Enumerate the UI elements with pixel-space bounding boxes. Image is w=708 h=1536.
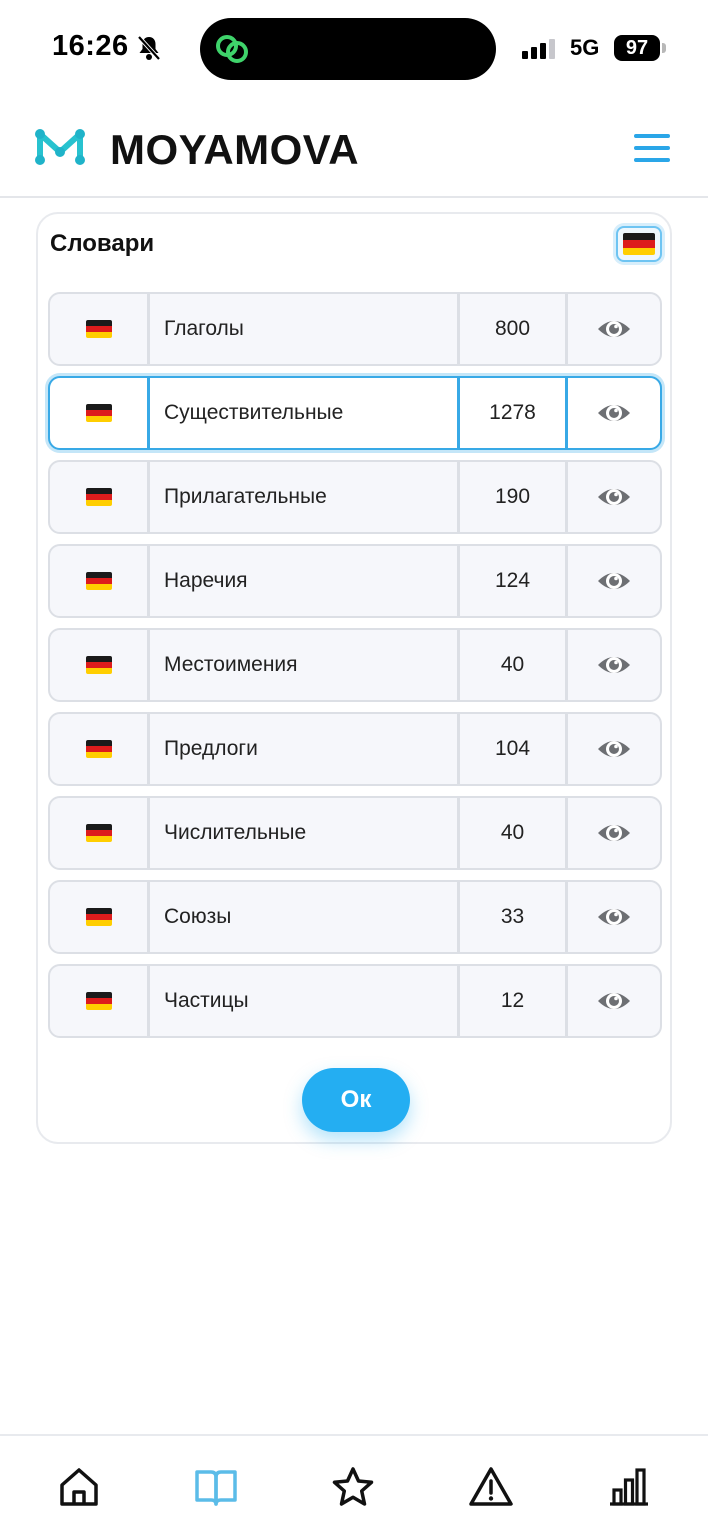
dictionaries-card: Словари Глаголы 800 Существительные 1278 При… [36,212,672,1144]
warning-icon[interactable] [468,1464,514,1510]
german-flag-icon [85,488,112,506]
german-flag-icon [85,740,112,758]
flag-cell [50,378,150,448]
book-icon[interactable] [193,1464,239,1510]
dictionary-row[interactable]: Местоимения 40 [48,628,662,702]
link-app-icon [216,35,248,63]
german-flag-icon [85,656,112,674]
dictionary-word-count: 1278 [460,378,568,448]
eye-icon [598,741,630,757]
ok-button[interactable]: Ок [302,1068,410,1132]
flag-cell [50,882,150,952]
dictionary-name: Числительные [150,798,460,868]
flag-cell [50,966,150,1036]
eye-icon [598,489,630,505]
dictionary-name: Наречия [150,546,460,616]
preview-button[interactable] [568,882,660,952]
status-bar: 16:26 5G 97 [0,0,708,96]
battery-tip [662,43,666,53]
dictionary-word-count: 40 [460,798,568,868]
flag-cell [50,798,150,868]
dictionary-row[interactable]: Частицы 12 [48,964,662,1038]
dictionary-name: Существительные [150,378,460,448]
app-header: MOYAMOVA [0,96,708,198]
preview-button[interactable] [568,630,660,700]
dictionary-row[interactable]: Предлоги 104 [48,712,662,786]
preview-button[interactable] [568,378,660,448]
language-selector-button[interactable] [616,226,662,262]
dictionary-name: Частицы [150,966,460,1036]
dictionary-row[interactable]: Числительные 40 [48,796,662,870]
eye-icon [598,405,630,421]
eye-icon [598,573,630,589]
dictionary-word-count: 800 [460,294,568,364]
dictionary-word-count: 40 [460,630,568,700]
german-flag-icon [85,572,112,590]
dictionary-row[interactable]: Глаголы 800 [48,292,662,366]
flag-cell [50,462,150,532]
logo-text: MOYAMOVA [110,126,360,173]
german-flag-icon [85,908,112,926]
dictionary-row[interactable]: Прилагательные 190 [48,460,662,534]
battery-level: 97 [614,35,660,61]
flag-cell [50,714,150,784]
dictionary-word-count: 124 [460,546,568,616]
preview-button[interactable] [568,546,660,616]
german-flag-icon [85,320,112,338]
dictionary-row[interactable]: Существительные 1278 [48,376,662,450]
dictionary-row[interactable]: Наречия 124 [48,544,662,618]
preview-button[interactable] [568,294,660,364]
dictionary-name: Глаголы [150,294,460,364]
german-flag-icon [85,404,112,422]
bottom-nav [0,1434,708,1536]
preview-button[interactable] [568,966,660,1036]
german-flag-icon [85,824,112,842]
dictionary-name: Предлоги [150,714,460,784]
preview-button[interactable] [568,798,660,868]
german-flag-icon [623,233,655,255]
dictionary-name: Союзы [150,882,460,952]
flag-cell [50,294,150,364]
dynamic-island [200,18,496,80]
preview-button[interactable] [568,714,660,784]
network-type: 5G [570,35,600,60]
dictionary-list: Глаголы 800 Существительные 1278 Прилагатель… [48,292,662,1048]
dictionary-word-count: 12 [460,966,568,1036]
dictionary-word-count: 104 [460,714,568,784]
dictionary-name: Прилагательные [150,462,460,532]
flag-cell [50,630,150,700]
star-icon[interactable] [330,1464,376,1510]
dictionary-name: Местоимения [150,630,460,700]
bell-muted-icon [137,35,161,61]
hamburger-icon[interactable] [634,134,670,166]
eye-icon [598,993,630,1009]
logo-m-icon [35,129,85,165]
status-time: 16:26 [52,30,129,62]
eye-icon [598,909,630,925]
flag-cell [50,546,150,616]
german-flag-icon [85,992,112,1010]
preview-button[interactable] [568,462,660,532]
dictionary-word-count: 190 [460,462,568,532]
eye-icon [598,825,630,841]
home-icon[interactable] [56,1464,102,1510]
dictionary-word-count: 33 [460,882,568,952]
card-title: Словари [50,230,155,257]
eye-icon [598,321,630,337]
eye-icon [598,657,630,673]
stats-icon[interactable] [606,1464,652,1510]
dictionary-row[interactable]: Союзы 33 [48,880,662,954]
signal-icon [522,39,555,59]
